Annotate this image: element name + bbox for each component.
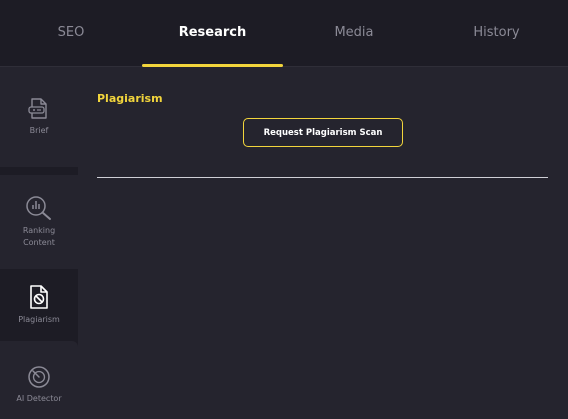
- sidebar-item-label: Plagiarism: [18, 315, 60, 324]
- divider: [97, 177, 548, 178]
- plagiarism-panel: Plagiarism Request Plagiarism Scan: [78, 67, 568, 419]
- tab-seo[interactable]: SEO: [0, 0, 142, 64]
- sidebar-item-label: Ranking Content: [22, 226, 56, 247]
- tab-media[interactable]: Media: [283, 0, 425, 64]
- top-tab-bar: SEO Research Media History: [0, 0, 568, 67]
- sidebar-item-brief[interactable]: Brief: [0, 67, 78, 167]
- sidebar: Brief Ranking Content Plagiarism AI Dete…: [0, 67, 78, 419]
- tab-history[interactable]: History: [425, 0, 568, 64]
- sidebar-item-plagiarism[interactable]: Plagiarism: [0, 269, 78, 341]
- brief-icon: [28, 98, 47, 119]
- tab-research[interactable]: Research: [142, 0, 283, 64]
- plagiarism-icon: [30, 285, 48, 309]
- request-plagiarism-scan-button[interactable]: Request Plagiarism Scan: [243, 118, 403, 147]
- sidebar-item-label: Brief: [29, 126, 49, 135]
- sidebar-item-ranking-content[interactable]: Ranking Content: [0, 175, 78, 269]
- ranking-content-icon: [26, 196, 51, 220]
- ai-detector-icon: [28, 366, 50, 388]
- section-title: Plagiarism: [97, 92, 163, 105]
- sidebar-item-ai-detector[interactable]: AI Detector: [0, 341, 78, 419]
- sidebar-item-label: AI Detector: [16, 394, 62, 403]
